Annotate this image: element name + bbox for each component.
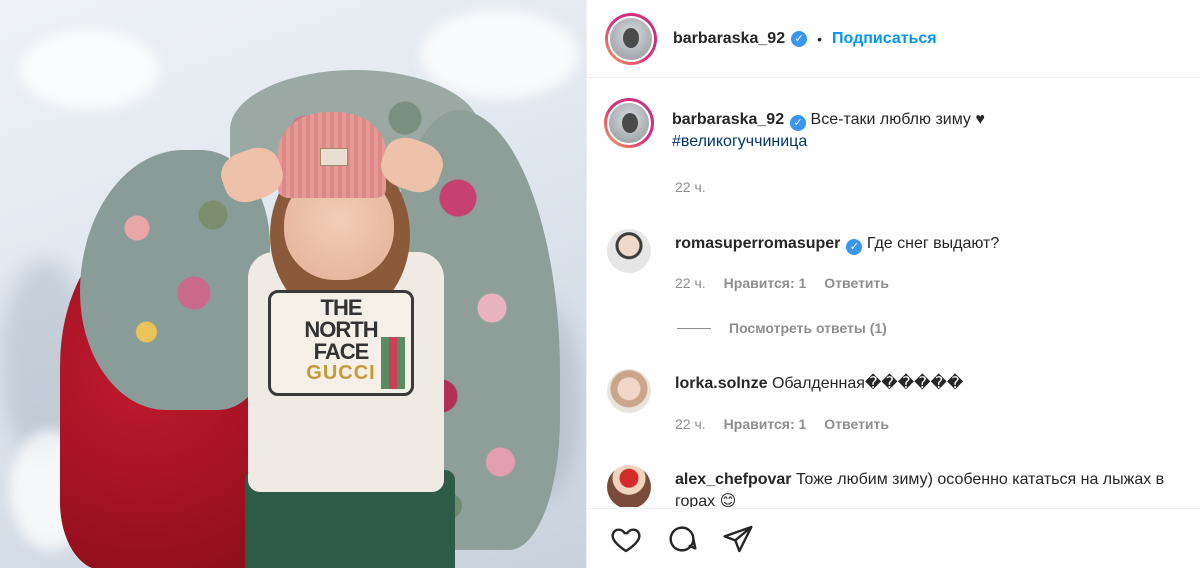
comment-username[interactable]: alex_chefpovar	[675, 471, 792, 488]
verified-badge-icon: ✓	[791, 30, 808, 47]
comment-username[interactable]: lorka.solnze	[675, 375, 767, 392]
post-photo[interactable]: THE NORTH FACE GUCCI	[0, 0, 586, 568]
caption: barbaraska_92 ✓ Все-таки люблю зиму ♥ #ве…	[604, 98, 985, 153]
comment-likes[interactable]: Нравится: 1	[724, 416, 807, 432]
instagram-post: THE NORTH FACE GUCCI barbaraska_92 ✓ • П…	[0, 0, 1200, 568]
caption-hashtag[interactable]: #великогуччиница	[672, 133, 807, 150]
comment-text: Где снег выдают?	[866, 235, 1000, 252]
heart-icon[interactable]	[609, 523, 643, 555]
commenter-avatar[interactable]	[607, 369, 651, 413]
comment-meta: 22 ч. Нравится: 1 Ответить	[675, 416, 889, 432]
comments-list[interactable]: barbaraska_92 ✓ Все-таки люблю зиму ♥ #ве…	[587, 79, 1200, 507]
post-side-panel: barbaraska_92 ✓ • Подписаться barbaraska…	[586, 0, 1200, 568]
caption-text: Все-таки люблю зиму ♥	[810, 111, 985, 128]
caption-time[interactable]: 22 ч.	[675, 179, 706, 195]
commenter-avatar[interactable]	[607, 229, 651, 273]
view-replies-button[interactable]: Посмотреть ответы (1)	[675, 320, 887, 336]
sweater-logo: THE NORTH FACE GUCCI	[268, 290, 414, 396]
comment-text: Обалденная������	[771, 375, 964, 392]
comment-time[interactable]: 22 ч.	[675, 275, 706, 291]
comment-icon[interactable]	[665, 523, 699, 555]
comment-username[interactable]: romasuperromasuper	[675, 235, 840, 252]
comment-item: lorka.solnze Обалденная������	[607, 369, 963, 413]
action-bar	[587, 508, 1200, 568]
caption-username[interactable]: barbaraska_92	[672, 111, 784, 128]
verified-badge-icon: ✓	[846, 239, 863, 255]
comment-item: alex_chefpovar Тоже любим зиму) особенно…	[607, 465, 1175, 507]
author-avatar[interactable]	[605, 12, 657, 65]
author-username[interactable]: barbaraska_92	[673, 30, 785, 48]
comment-likes[interactable]: Нравится: 1	[724, 275, 807, 291]
caption-avatar[interactable]	[604, 98, 654, 148]
reply-button[interactable]: Ответить	[824, 416, 889, 432]
comment-time[interactable]: 22 ч.	[675, 416, 706, 432]
commenter-avatar[interactable]	[607, 465, 651, 507]
separator-dot: •	[817, 30, 822, 47]
comment-item: romasuperromasuper ✓ Где снег выдают?	[607, 229, 999, 273]
comment-meta: 22 ч. Нравится: 1 Ответить	[675, 275, 889, 291]
follow-button[interactable]: Подписаться	[832, 30, 937, 48]
post-header: barbaraska_92 ✓ • Подписаться	[587, 0, 1200, 78]
caption-meta: 22 ч.	[675, 179, 706, 195]
verified-badge-icon: ✓	[790, 115, 807, 131]
share-icon[interactable]	[721, 523, 755, 555]
reply-button[interactable]: Ответить	[824, 275, 889, 291]
